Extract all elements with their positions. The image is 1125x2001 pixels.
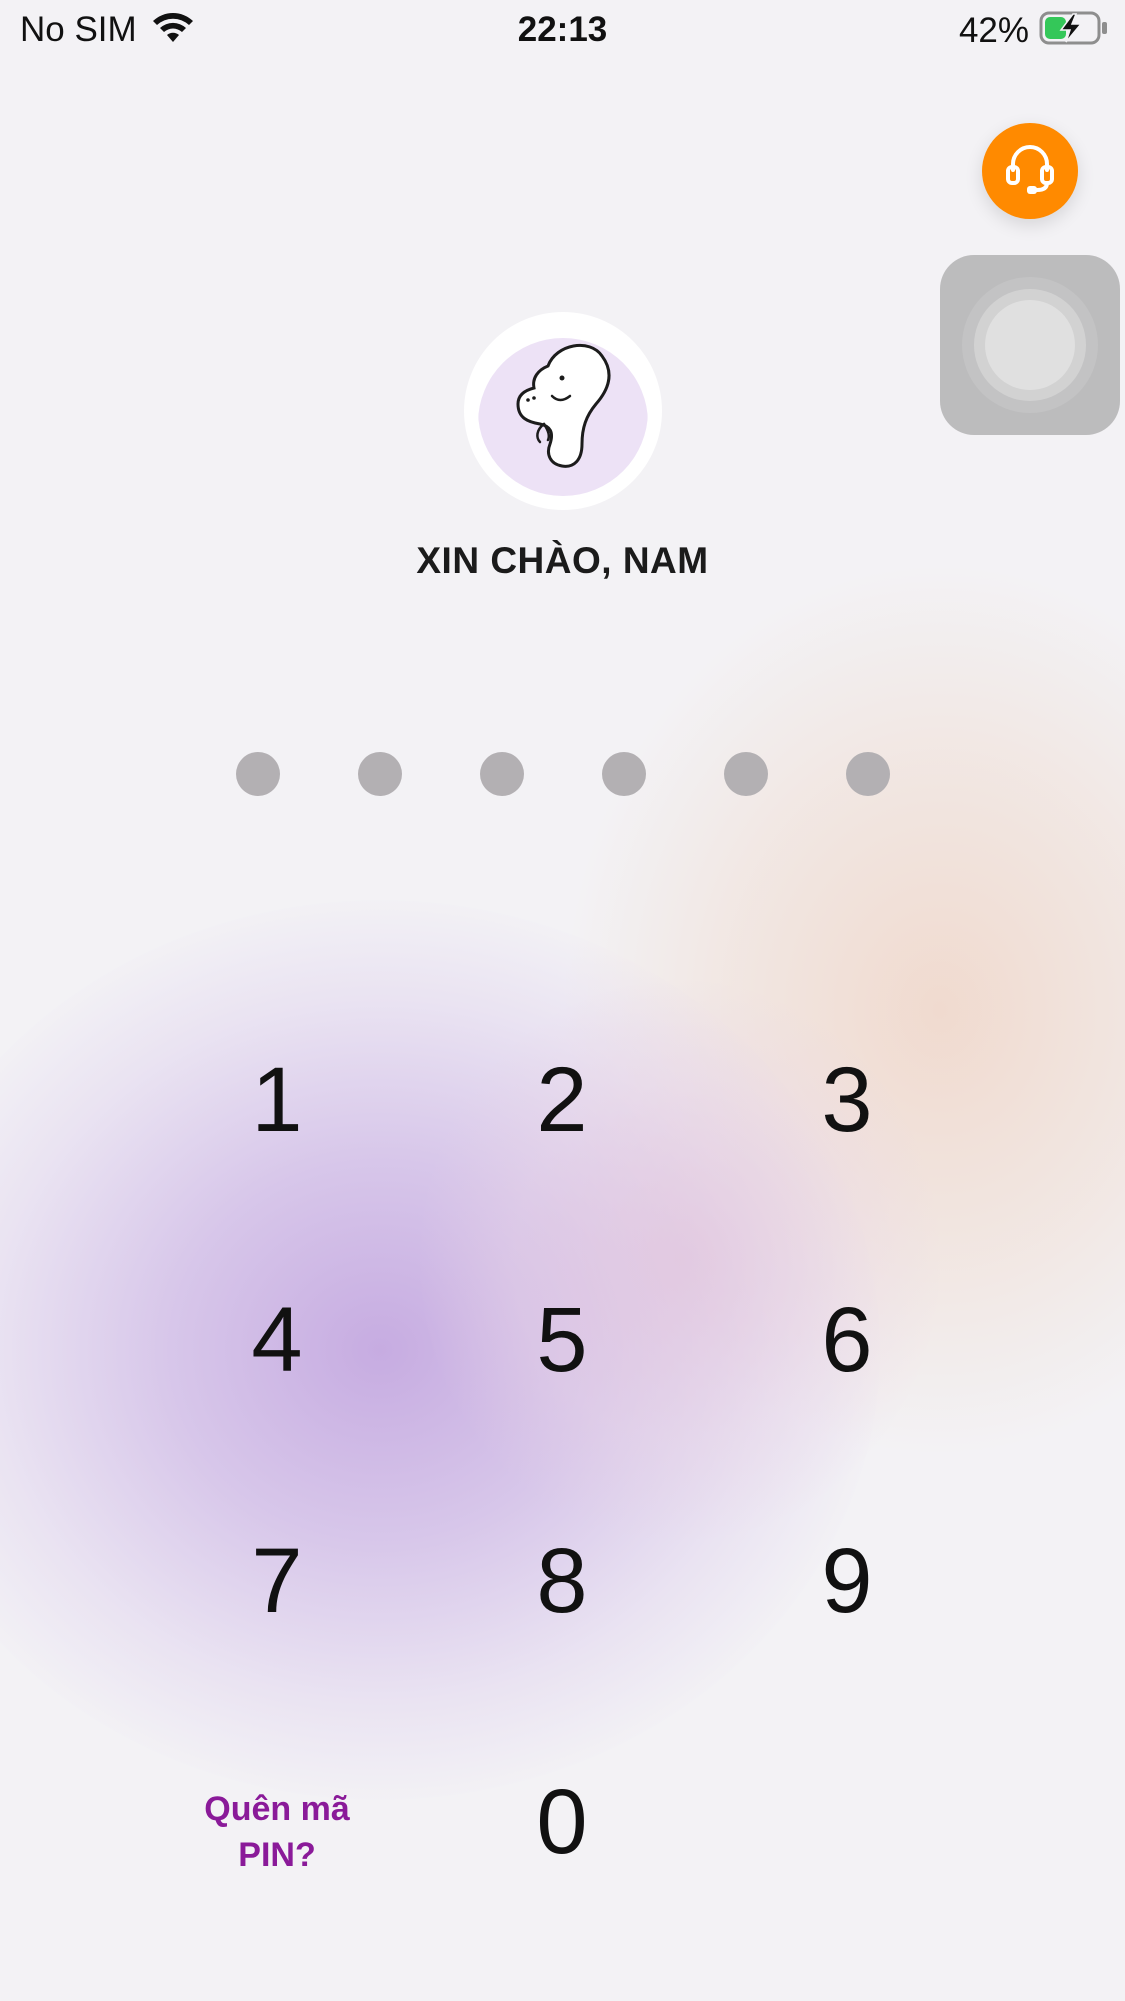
forgot-pin-link[interactable]: Quên mã PIN? xyxy=(177,1786,377,1878)
assistive-touch-center xyxy=(985,300,1075,390)
greeting-title: XIN CHÀO, NAM xyxy=(416,540,709,581)
key-2[interactable]: 2 xyxy=(462,1025,662,1175)
key-4[interactable]: 4 xyxy=(177,1265,377,1415)
key-7[interactable]: 7 xyxy=(177,1506,377,1656)
pin-dot xyxy=(480,752,524,796)
headset-icon xyxy=(1001,140,1059,203)
pin-dot xyxy=(846,752,890,796)
key-5[interactable]: 5 xyxy=(462,1265,662,1415)
status-bar: No SIM 22:13 42% xyxy=(0,0,1125,62)
forgot-pin-line2: PIN? xyxy=(238,1836,316,1874)
status-right: 42% xyxy=(959,10,1109,51)
support-button[interactable] xyxy=(982,123,1078,219)
dinosaur-avatar-icon xyxy=(478,326,648,496)
pin-dot xyxy=(358,752,402,796)
pin-dot xyxy=(602,752,646,796)
battery-charging-icon xyxy=(1039,10,1109,51)
status-time: 22:13 xyxy=(517,10,608,49)
pin-dot xyxy=(724,752,768,796)
key-0[interactable]: 0 xyxy=(462,1747,662,1897)
key-8[interactable]: 8 xyxy=(462,1506,662,1656)
key-3[interactable]: 3 xyxy=(747,1025,947,1175)
battery-percent: 42% xyxy=(958,10,1029,50)
key-6[interactable]: 6 xyxy=(747,1265,947,1415)
avatar xyxy=(464,312,662,510)
key-1[interactable]: 1 xyxy=(177,1025,377,1175)
forgot-pin-line1: Quên mã xyxy=(204,1790,350,1828)
key-9[interactable]: 9 xyxy=(747,1506,947,1656)
assistive-touch-button[interactable] xyxy=(940,255,1120,435)
pin-dot xyxy=(236,752,280,796)
